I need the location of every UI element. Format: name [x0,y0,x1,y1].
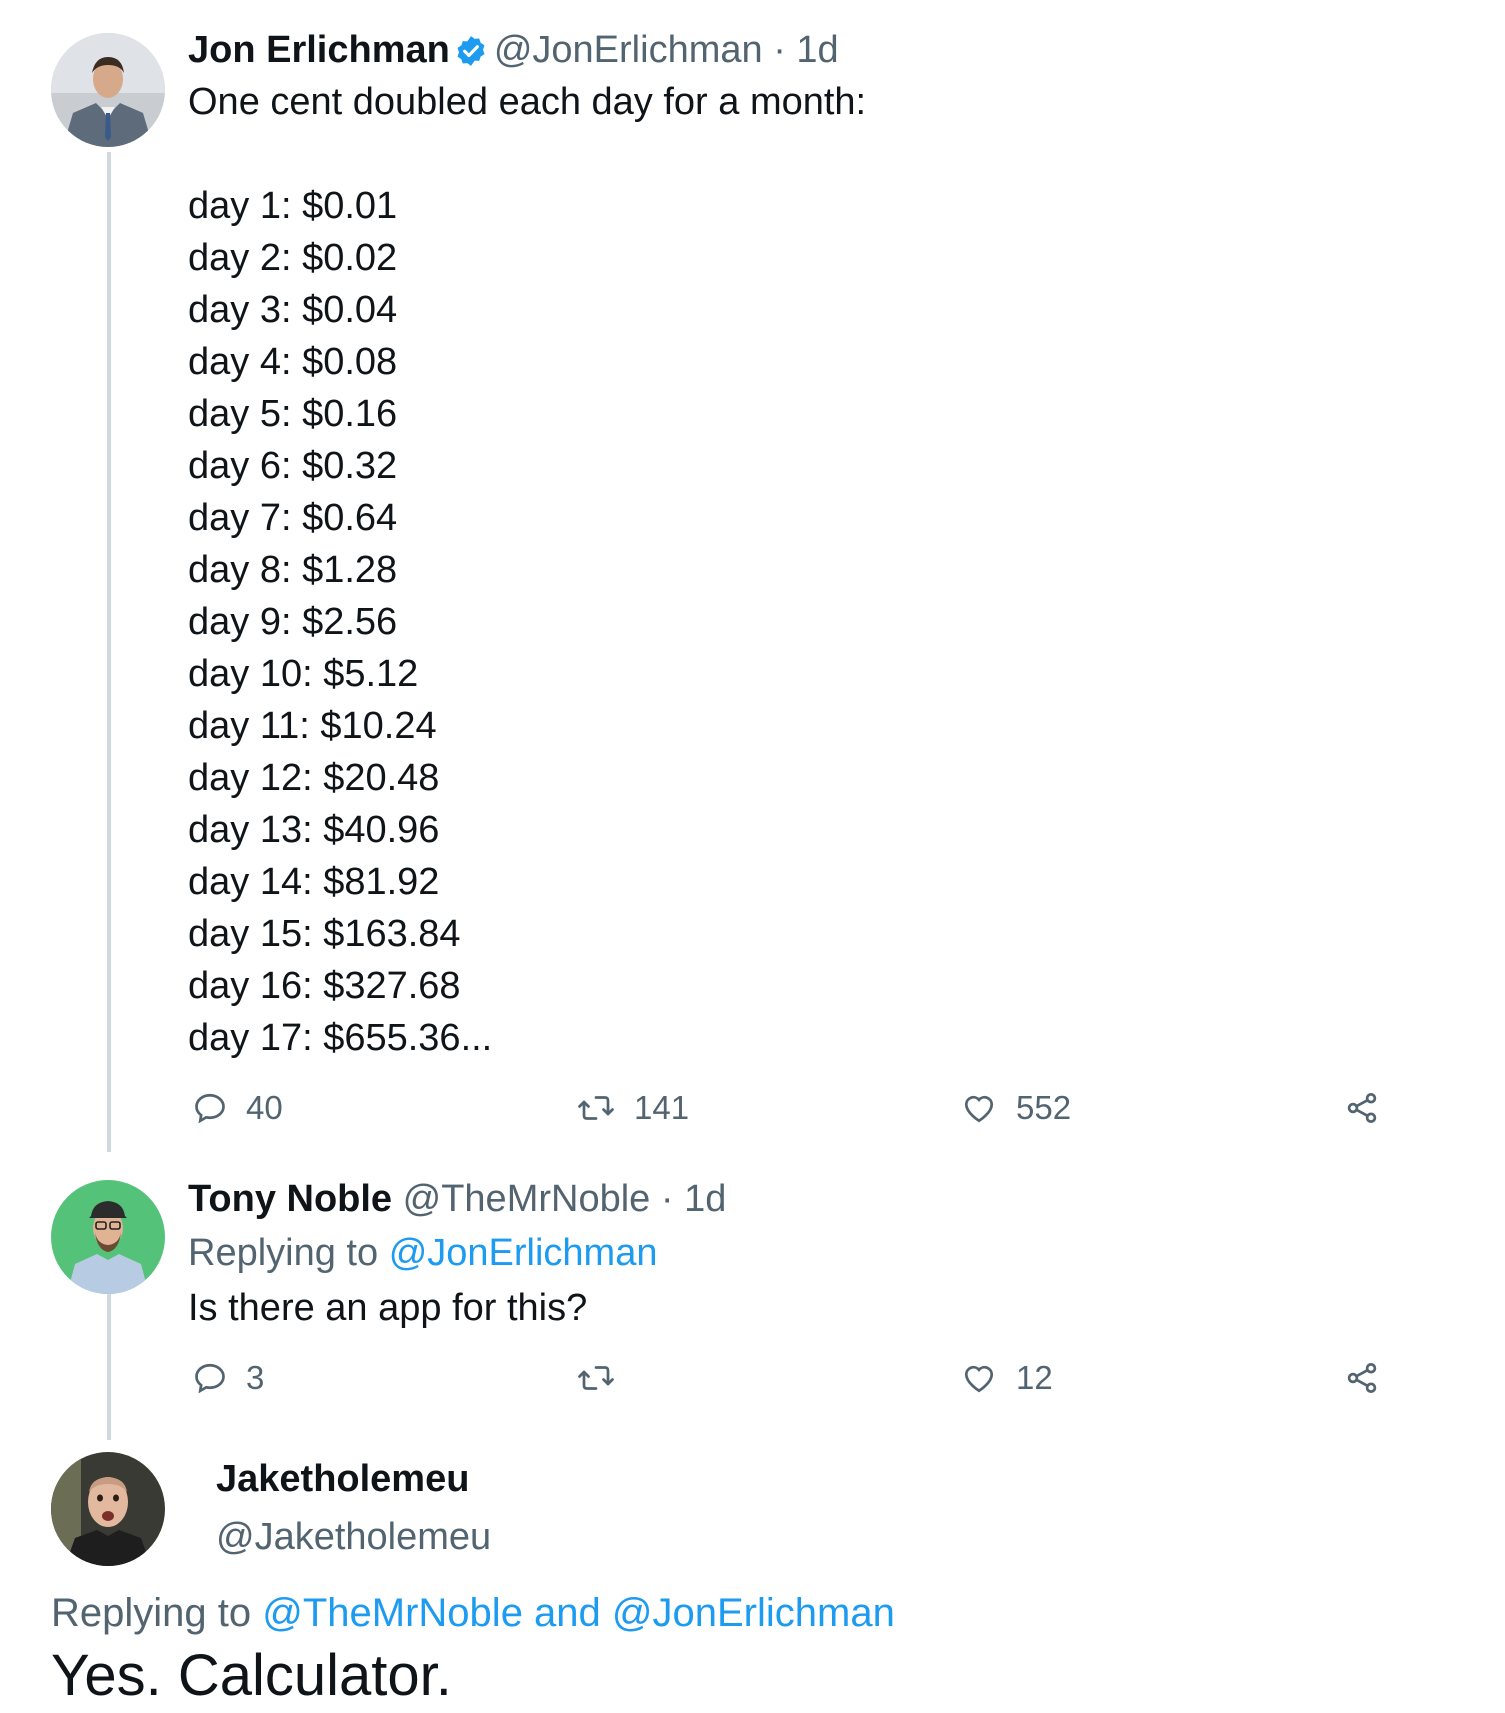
like-count: 552 [1016,1089,1072,1126]
share-button[interactable] [1344,1086,1398,1130]
tweet1-list-line: day 10: $5.12 [188,653,419,695]
tweet1-list-line: day 2: $0.02 [188,237,398,279]
replying-prefix: Replying to [51,1591,252,1635]
tweet1-header: Jon Erlichman @JonErlichman · 1d [188,25,839,81]
avatar-tony-noble[interactable] [51,1180,165,1294]
reply-button[interactable]: 40 [192,1086,283,1130]
reply-button[interactable]: 3 [192,1356,264,1400]
tweet3-text: Yes. Calculator. [51,1643,452,1708]
reply-count: 40 [246,1089,283,1126]
mention-link[interactable]: @JonErlichman [389,1232,658,1274]
verified-badge-icon [454,31,488,81]
author-handle[interactable]: @TheMrNoble [403,1178,651,1220]
tweet1-list-line: day 6: $0.32 [188,445,398,487]
tweet1-list: day 1: $0.01 day 2: $0.02 day 3: $0.04 day … [188,180,492,1064]
tweet-time[interactable]: · 1d [773,29,838,71]
author-name[interactable]: Tony Noble [188,1178,392,1220]
tweet1-list-line: day 13: $40.96 [188,809,440,851]
tweet1-list-line: day 9: $2.56 [188,601,398,643]
tweet2-replying-to: Replying to @JonErlichman [188,1228,657,1278]
avatar-jaketholemeu[interactable] [51,1452,165,1566]
tweet3-replying-to: Replying to @TheMrNoble and @JonErlichma… [51,1586,895,1640]
author-name[interactable]: Jaketholemeu [216,1454,469,1504]
tweet1-list-line: day 14: $81.92 [188,861,440,903]
heart-icon [964,1365,994,1393]
tweet1-list-line: day 12: $20.48 [188,757,440,799]
thread-line [107,1290,111,1440]
thread-line [107,152,111,1152]
retweet-button[interactable] [576,1356,634,1400]
tweet1-list-line: day 4: $0.08 [188,341,398,383]
tweet1-list-line: day 1: $0.01 [188,185,398,227]
author-handle[interactable]: @Jaketholemeu [216,1512,491,1562]
heart-icon [964,1095,994,1123]
like-button[interactable]: 12 [960,1356,1053,1400]
tweet1-list-line: day 5: $0.16 [188,393,398,435]
tweet-time[interactable]: · 1d [661,1178,726,1220]
tweet1-list-line: day 17: $655.36... [188,1017,493,1059]
tweet1-list-line: day 7: $0.64 [188,497,398,539]
reply-count: 3 [246,1359,265,1396]
replying-prefix: Replying to [188,1232,379,1274]
tweet2-header: Tony Noble @TheMrNoble · 1d [188,1174,726,1224]
tweet1-intro: One cent doubled each day for a month: [188,81,867,123]
tweet1-list-line: day 8: $1.28 [188,549,398,591]
tweet1-list-line: day 3: $0.04 [188,289,398,331]
tweet2-text: Is there an app for this? [188,1287,588,1329]
avatar-jon-erlichman[interactable] [51,33,165,147]
reply-bubble-icon [195,1093,225,1124]
tweet1-list-line: day 11: $10.24 [188,705,437,747]
retweet-count: 141 [634,1089,690,1126]
like-count: 12 [1016,1359,1053,1396]
tweet1-list-line: day 16: $327.68 [188,965,461,1007]
retweet-icon [578,1096,614,1120]
share-button[interactable] [1344,1356,1398,1400]
like-button[interactable]: 552 [960,1086,1071,1130]
reply-bubble-icon [195,1363,225,1394]
share-icon [1347,1363,1377,1393]
retweet-icon [578,1366,614,1390]
mention-link[interactable]: @TheMrNoble and @JonErlichman [262,1591,895,1635]
author-handle[interactable]: @JonErlichman [494,29,763,71]
share-icon [1347,1093,1377,1123]
tweet1-list-line: day 15: $163.84 [188,913,461,955]
author-name[interactable]: Jon Erlichman [188,29,450,71]
retweet-button[interactable]: 141 [576,1086,689,1130]
